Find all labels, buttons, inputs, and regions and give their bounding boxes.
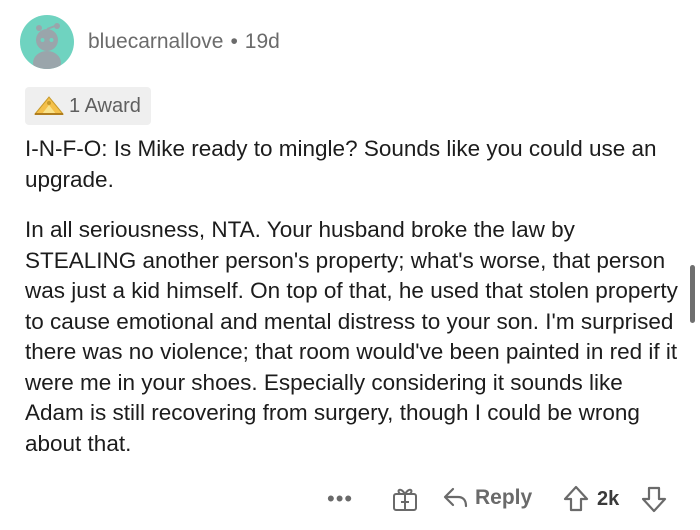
vote-score: 2k	[597, 488, 620, 510]
upvote-arrow-icon[interactable]	[563, 485, 589, 513]
scrollbar[interactable]	[690, 265, 695, 323]
comment-body: I-N-F-O: Is Mike ready to mingle? Sounds…	[25, 134, 685, 459]
comment-paragraph: I-N-F-O: Is Mike ready to mingle? Sounds…	[25, 136, 657, 192]
reply-arrow-icon	[443, 487, 468, 508]
reply-button[interactable]: Reply	[443, 486, 532, 510]
snoo-avatar-icon	[33, 23, 61, 69]
downvote-arrow-icon[interactable]	[641, 485, 667, 513]
gift-icon[interactable]	[391, 485, 419, 513]
comment: bluecarnallove • 19d 1 Award I-N-F-O: Is…	[0, 0, 700, 530]
username[interactable]: bluecarnallove	[88, 30, 223, 54]
comment-paragraph: In all seriousness, NTA. Your husband br…	[25, 217, 678, 456]
comment-actions: ••• Reply 2k	[0, 482, 700, 518]
comment-age: 19d	[244, 30, 280, 53]
reply-label: Reply	[475, 486, 533, 509]
comment-header: bluecarnallove • 19d	[20, 14, 280, 70]
avatar[interactable]	[20, 15, 74, 69]
award-icon	[33, 96, 65, 115]
meta-separator: •	[230, 30, 238, 53]
award-label: 1 Award	[69, 94, 141, 117]
award-badge[interactable]: 1 Award	[25, 87, 151, 125]
more-options-button[interactable]: •••	[327, 486, 353, 512]
